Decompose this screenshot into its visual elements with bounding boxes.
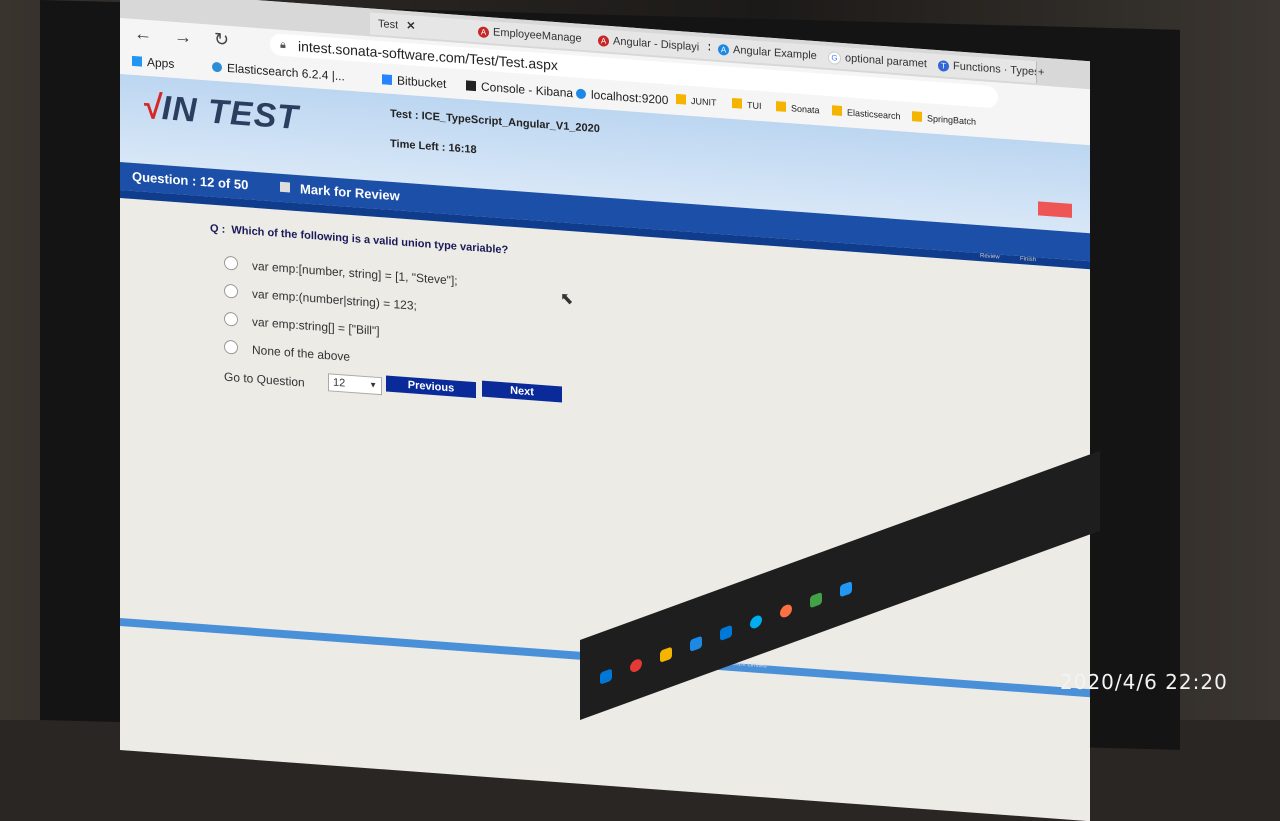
option-label: None of the above xyxy=(252,342,351,364)
google-icon: G xyxy=(828,50,841,65)
folder-icon xyxy=(832,105,842,117)
tab-label: Angular Example xyxy=(733,44,817,63)
angular-icon: A xyxy=(598,34,609,47)
mouse-cursor-icon: ⬉ xyxy=(560,290,574,309)
bookmark-label: Elasticsearch xyxy=(847,107,901,122)
lock-icon: 🔒︎ xyxy=(280,38,286,52)
bookmark-junit[interactable]: JUNIT xyxy=(676,93,717,108)
go-to-question-label: Go to Question xyxy=(224,369,305,390)
question-counter: Question : 12 of 50 xyxy=(132,168,249,193)
new-tab-button[interactable]: + xyxy=(1030,61,1066,86)
kibana-icon xyxy=(466,80,476,92)
question-prefix: Q : xyxy=(210,222,226,236)
tab-label: EmployeeManage xyxy=(493,26,582,45)
option-2[interactable]: var emp:(number|string) = 123; xyxy=(224,283,417,313)
mark-for-review-label[interactable]: Mark for Review xyxy=(300,181,400,203)
reload-icon[interactable]: ↻ xyxy=(214,29,229,51)
option-3[interactable]: var emp:string[] = ["Bill"] xyxy=(224,311,380,339)
tab-label: optional paramet xyxy=(845,52,927,71)
bookmark-label: Apps xyxy=(147,54,175,71)
logo-text: IN TEST xyxy=(161,89,300,138)
bookmark-apps[interactable]: Apps xyxy=(132,54,174,71)
apps-grid-icon xyxy=(132,55,142,67)
page-icon: T xyxy=(938,59,949,72)
bitbucket-icon xyxy=(382,74,392,85)
question-select[interactable]: 12 ▼ xyxy=(328,373,382,396)
previous-button[interactable]: Previous xyxy=(386,375,476,399)
globe-icon xyxy=(576,88,586,100)
elasticsearch-icon xyxy=(212,61,222,73)
vscode-icon[interactable] xyxy=(840,581,852,598)
question-text: Q : Which of the following is a valid un… xyxy=(210,223,508,257)
bookmark-localhost[interactable]: localhost:9200 xyxy=(576,86,668,107)
bookmark-sonata[interactable]: Sonata xyxy=(776,101,820,115)
mail-icon[interactable] xyxy=(720,624,732,642)
option-1[interactable]: var emp:[number, string] = [1, "Steve"]; xyxy=(224,255,458,288)
app-icon[interactable] xyxy=(780,602,792,620)
dropdown-caret-icon: ▼ xyxy=(369,380,377,390)
option-radio[interactable] xyxy=(224,255,238,271)
tab-label: Angular - Displayi xyxy=(613,35,700,54)
tab-label: Test xyxy=(378,17,399,32)
folder-icon xyxy=(732,97,742,109)
folder-icon xyxy=(776,101,786,112)
bookmark-label: Sonata xyxy=(791,103,820,116)
photo-timestamp: 2020/4/6 22:20 xyxy=(1060,670,1228,694)
folder-icon xyxy=(676,93,686,105)
option-radio[interactable] xyxy=(224,311,238,327)
bookmark-label: TUI xyxy=(747,100,762,112)
intest-logo: √IN TEST xyxy=(142,88,299,139)
bookmark-label: Bitbucket xyxy=(397,73,447,91)
back-arrow-icon[interactable]: ← xyxy=(134,23,152,45)
forward-arrow-icon[interactable]: → xyxy=(174,26,192,48)
option-radio[interactable] xyxy=(224,339,238,355)
bookmark-bitbucket[interactable]: Bitbucket xyxy=(382,72,446,91)
app-icon[interactable] xyxy=(810,591,822,609)
bookmark-label: localhost:9200 xyxy=(591,87,669,108)
skype-icon[interactable] xyxy=(750,613,762,631)
angular-icon: A xyxy=(478,25,489,38)
next-button[interactable]: Next xyxy=(482,380,562,403)
bookmark-label: Console - Kibana xyxy=(481,79,574,101)
question-select-value: 12 xyxy=(333,376,346,390)
test-name: Test : ICE_TypeScript_Angular_V1_2020 xyxy=(390,107,600,136)
file-explorer-icon[interactable] xyxy=(660,646,672,663)
folder-icon xyxy=(912,111,922,122)
bookmark-label: SpringBatch xyxy=(927,113,977,127)
logo-check-mark: √ xyxy=(142,87,162,128)
tab-label: Functions · Types xyxy=(953,60,1037,79)
bookmark-tui[interactable]: TUI xyxy=(732,97,762,112)
angular-icon: A xyxy=(718,43,729,56)
bookmark-label: Elasticsearch 6.2.4 |... xyxy=(227,60,345,84)
bookmark-springbatch[interactable]: SpringBatch xyxy=(912,111,976,127)
chrome-icon[interactable] xyxy=(630,657,642,674)
bookmark-kibana[interactable]: Console - Kibana xyxy=(466,78,573,100)
option-label: var emp:[number, string] = [1, "Steve"]; xyxy=(252,258,458,288)
edge-icon[interactable] xyxy=(600,668,612,685)
question-body: Which of the following is a valid union … xyxy=(231,224,509,257)
store-icon[interactable] xyxy=(690,635,702,652)
finish-link[interactable]: Finish xyxy=(1020,256,1036,263)
option-label: var emp:string[] = ["Bill"] xyxy=(252,314,380,339)
bookmark-elasticsearch-folder[interactable]: Elasticsearch xyxy=(832,105,901,121)
bookmark-elasticsearch[interactable]: Elasticsearch 6.2.4 |... xyxy=(212,60,345,84)
close-tab-icon[interactable]: ✕ xyxy=(406,20,415,33)
review-link[interactable]: Review xyxy=(980,253,1000,260)
option-4[interactable]: None of the above xyxy=(224,339,351,364)
end-test-button[interactable] xyxy=(1038,201,1072,218)
bookmark-label: JUNIT xyxy=(691,95,717,108)
mark-review-checkbox[interactable] xyxy=(280,181,290,193)
option-radio[interactable] xyxy=(224,283,238,299)
time-left: Time Left : 16:18 xyxy=(390,137,477,157)
option-label: var emp:(number|string) = 123; xyxy=(252,286,417,313)
